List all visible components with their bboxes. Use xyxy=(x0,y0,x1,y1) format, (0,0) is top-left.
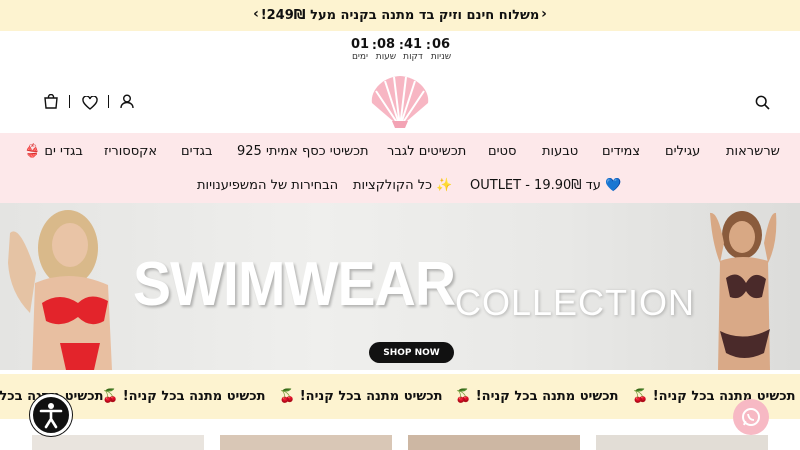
wishlist-icon[interactable] xyxy=(82,95,98,114)
main-navigation: 👙 בגדי ים אקססוריז בגדים תכשיטי כסף אמית… xyxy=(0,133,800,203)
countdown-minutes: 41 דקות xyxy=(403,37,423,62)
search-icon[interactable] xyxy=(755,95,770,114)
marquee-item: תכשיט מתנה בכל קניה! 🍒 xyxy=(632,389,796,404)
hero-subtitle: COLLECTION xyxy=(455,282,696,323)
shop-now-button[interactable]: SHOP NOW xyxy=(369,342,454,363)
marquee-item: תכשיט מתנה בכל קניה! 🍒 xyxy=(279,389,443,404)
announcement-text: משלוח חינם וזיק בד מתנה בקניה מעל 249₪! xyxy=(260,8,540,23)
account-icon[interactable] xyxy=(120,94,134,113)
nav-item-outlet[interactable]: OUTLET - עד 19.90₪ 💙 xyxy=(470,178,621,193)
promo-marquee: תכשיט מתנה בכל קניה! 🍒 תכשיט מתנה בכל קנ… xyxy=(0,374,800,419)
nav-item-men-jewelry[interactable]: תכשיטים לגבר xyxy=(387,144,466,159)
product-card[interactable] xyxy=(408,435,580,450)
countdown-days: 01 ימים xyxy=(350,37,370,62)
countdown-timer: 01 ימים : 08 שעות : 41 דקות : 06 שניות xyxy=(348,37,454,65)
product-card[interactable] xyxy=(32,435,204,450)
nav-item-swimwear[interactable]: 👙 בגדי ים xyxy=(24,144,83,159)
nav-item-all-collections[interactable]: כל הקולקציות ✨ xyxy=(353,178,452,193)
announcement-bar: ‹ משלוח חינם וזיק בד מתנה בקניה מעל 249₪… xyxy=(0,0,800,31)
nav-item-necklaces[interactable]: שרשראות xyxy=(726,144,780,159)
model-left-image xyxy=(8,210,112,370)
product-card[interactable] xyxy=(596,435,768,450)
nav-item-influencer-picks[interactable]: הבחירות של המשפיענויות xyxy=(197,178,338,193)
nav-item-sets[interactable]: סטים xyxy=(488,144,516,159)
product-card[interactable] xyxy=(220,435,392,450)
header-divider xyxy=(108,95,109,108)
hero-title: SWIMWEAR xyxy=(133,250,456,319)
nav-item-rings[interactable]: טבעות xyxy=(542,144,578,159)
marquee-item: תכשיט מתנה בכל קניה! 🍒 xyxy=(102,389,266,404)
nav-item-clothing[interactable]: בגדים xyxy=(181,144,213,159)
header-divider xyxy=(69,95,70,108)
chevron-left-icon[interactable]: ‹ xyxy=(247,6,265,22)
countdown-seconds: 06 שניות xyxy=(430,37,452,62)
seashell-logo[interactable] xyxy=(368,73,432,129)
accessibility-icon[interactable] xyxy=(30,394,72,436)
nav-item-bracelets[interactable]: צמידים xyxy=(602,144,640,159)
whatsapp-icon[interactable] xyxy=(733,399,769,435)
marquee-item: תכשיט מתנה בכל קניה! 🍒 xyxy=(455,389,619,404)
hero-banner[interactable]: SWIMWEAR COLLECTION SHOP NOW xyxy=(0,203,800,370)
model-right-image xyxy=(710,211,777,370)
countdown-hours: 08 שעות xyxy=(375,37,397,62)
nav-item-earrings[interactable]: עגילים xyxy=(665,144,700,159)
nav-item-accessories[interactable]: אקססוריז xyxy=(104,144,157,159)
chevron-right-icon[interactable]: › xyxy=(535,6,553,22)
cart-icon[interactable] xyxy=(44,93,58,113)
nav-item-silver-925[interactable]: תכשיטי כסף אמיתי 925 xyxy=(237,144,369,159)
